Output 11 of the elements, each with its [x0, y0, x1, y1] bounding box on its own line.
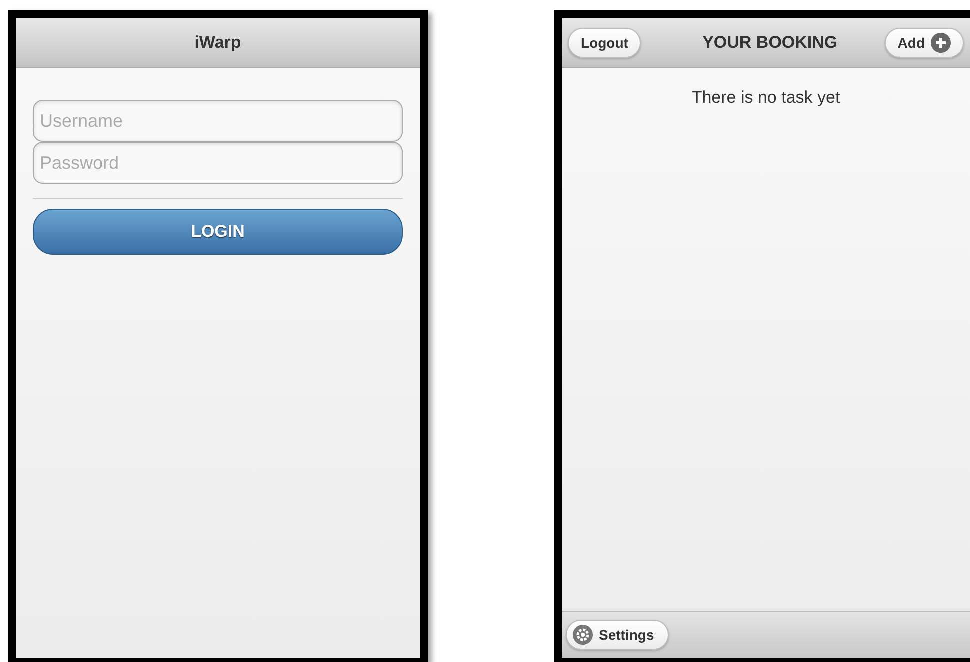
logout-button[interactable]: Logout — [568, 28, 642, 58]
empty-message: There is no task yet — [692, 88, 840, 109]
plus-icon — [931, 32, 951, 52]
input-field[interactable]: Password — [33, 142, 404, 184]
app-title: iWarp — [194, 32, 242, 52]
input-field[interactable]: Username — [33, 100, 404, 142]
add-button[interactable]: Add — [884, 28, 964, 58]
settings-button[interactable]: Settings — [566, 620, 670, 650]
screen-title: YOUR BOOKING — [702, 32, 838, 52]
login-button[interactable]: LOGIN — [33, 209, 404, 255]
gear-icon — [573, 625, 594, 645]
